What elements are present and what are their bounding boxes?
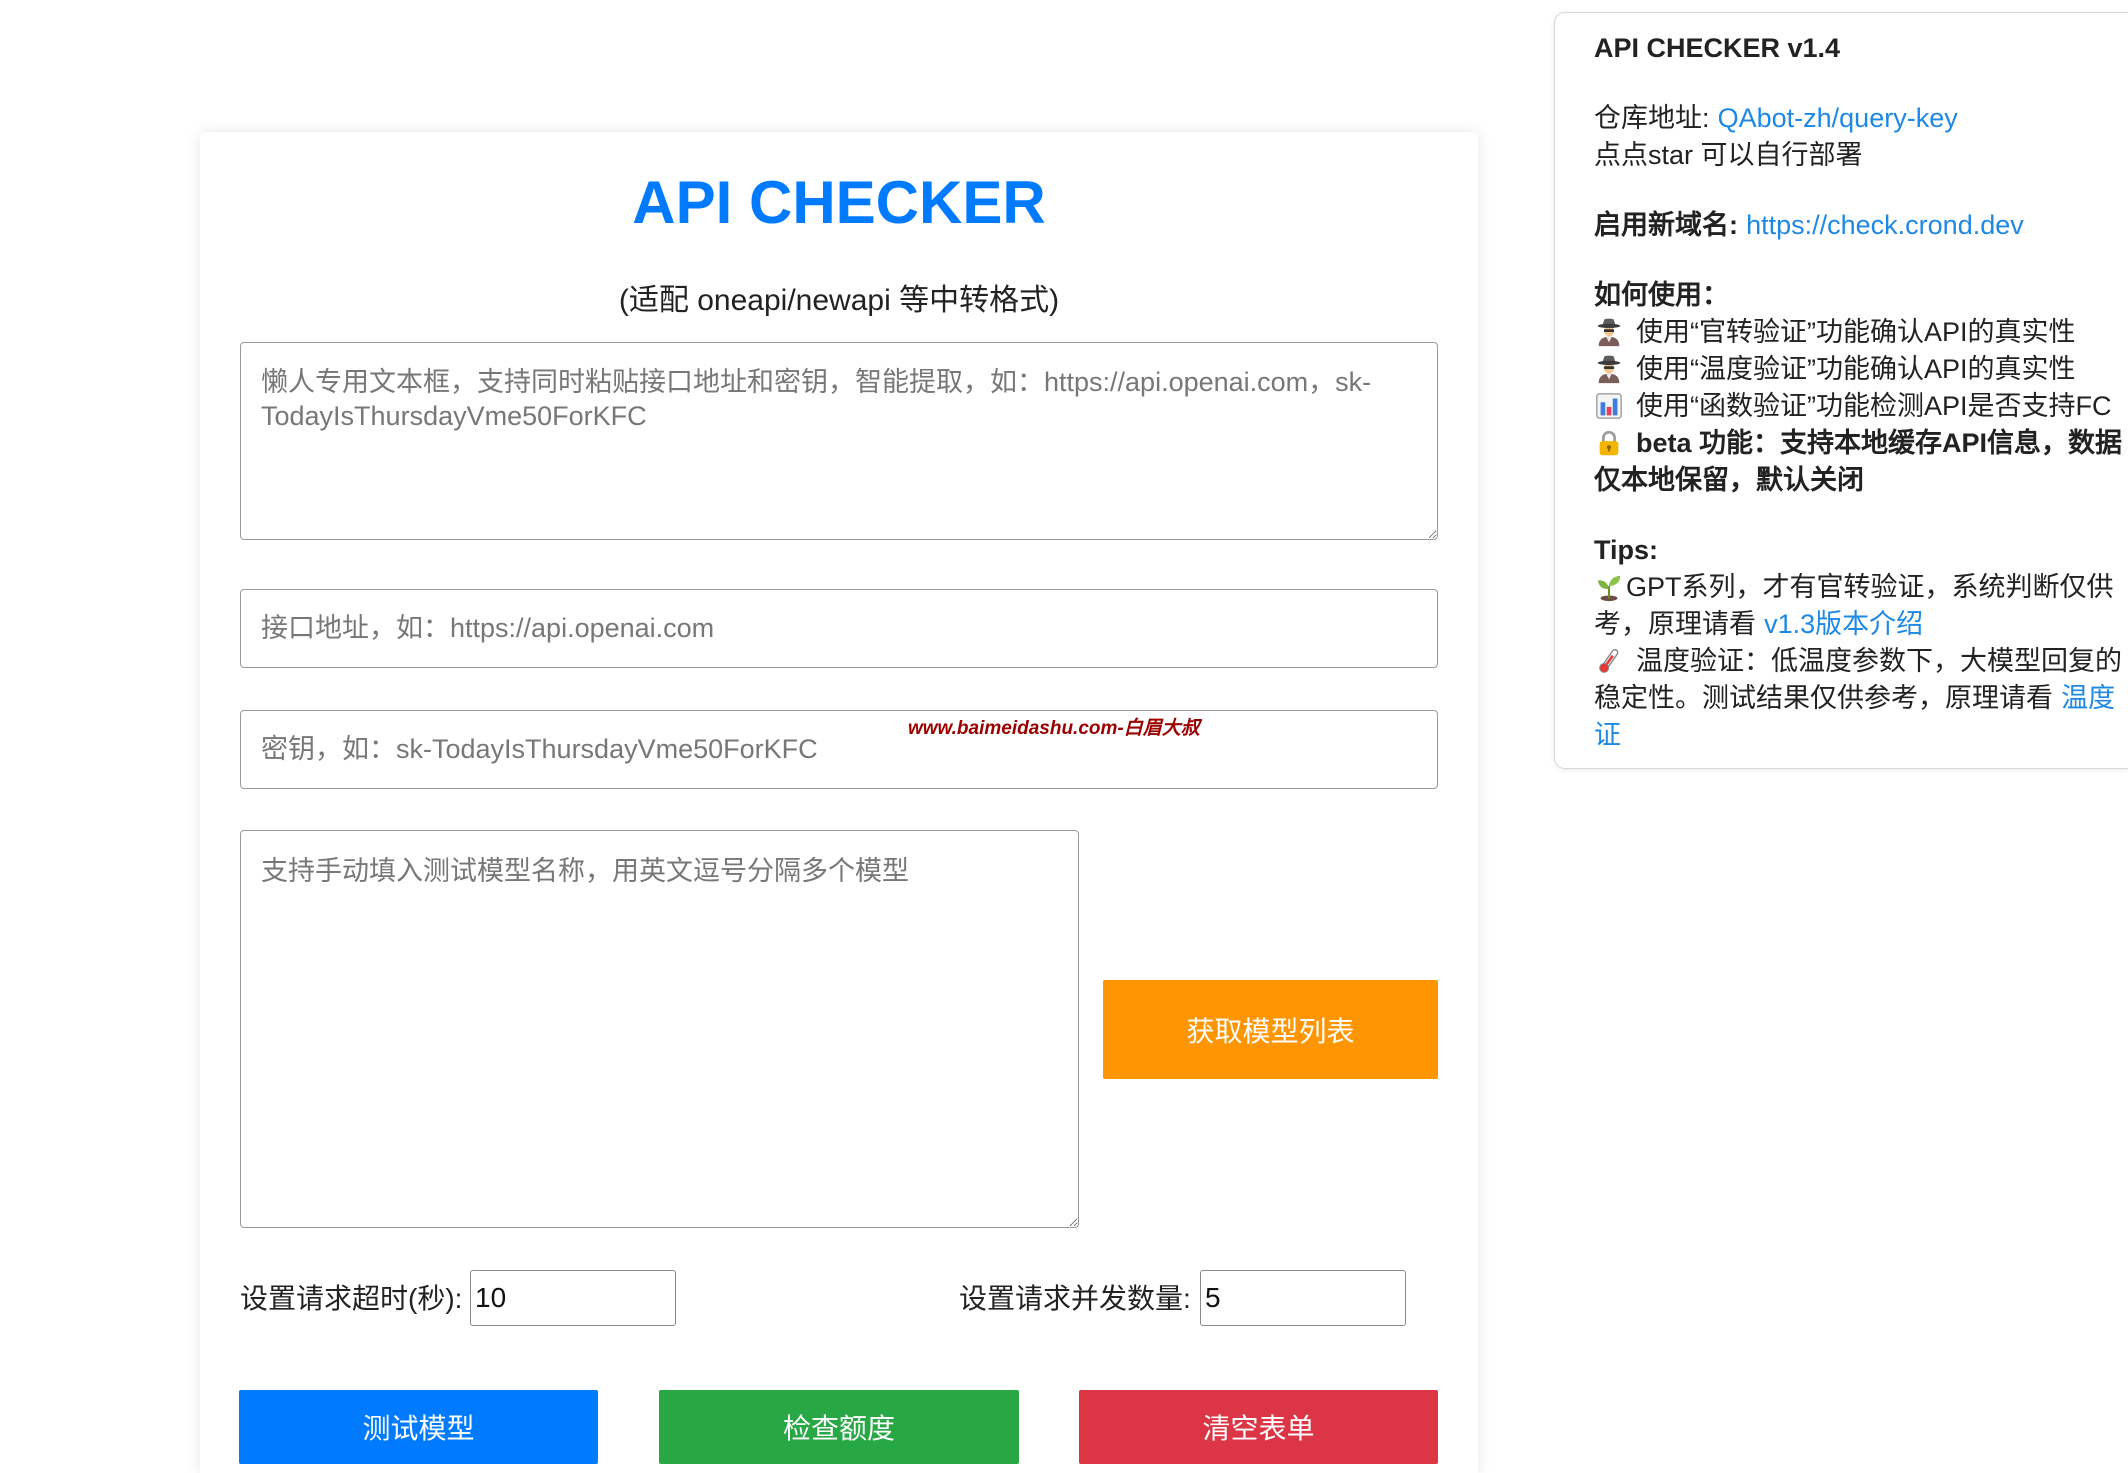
concurrency-label: 设置请求并发数量: (959, 1283, 1191, 1314)
model-names-textarea[interactable] (240, 830, 1079, 1228)
repo-label: 仓库地址: (1594, 103, 1710, 133)
check-quota-button[interactable]: 检查额度 (659, 1390, 1019, 1464)
usage-item-text: 使用“官转验证”功能确认API的真实性 (1636, 317, 2076, 347)
beta-text-continued: 仅本地保留，默认关闭 (1594, 465, 1864, 495)
tips-heading: Tips: (1594, 535, 1659, 565)
temperature-verify-link-continued[interactable]: 证 (1594, 720, 1621, 750)
bar-chart-icon (1594, 391, 1624, 421)
timeout-label: 设置请求超时(秒): (240, 1283, 463, 1314)
tip-temperature-line: 温度验证：低温度参数下，大模型回复的 (1594, 643, 2128, 680)
usage-item: 使用“官转验证”功能确认API的真实性 (1594, 314, 2128, 351)
page-title: API CHECKER (632, 169, 1046, 236)
api-url-input[interactable] (240, 589, 1438, 668)
thermometer-icon (1594, 646, 1624, 676)
domain-line: 启用新域名: https://check.crond.dev (1594, 207, 2128, 244)
seedling-icon (1594, 572, 1624, 602)
repo-link[interactable]: QAbot-zh/query-key (1718, 103, 1958, 133)
page-subtitle: (适配 oneapi/newapi 等中转格式) (618, 284, 1060, 317)
tip-gpt-line: GPT系列，才有官转验证，系统判断仅供 (1594, 569, 2128, 606)
tip-gpt-text: GPT系列，才有官转验证，系统判断仅供 (1626, 572, 2114, 602)
tip-temperature-line-continued: 稳定性。测试结果仅供参考，原理请看 温度 (1594, 680, 2128, 717)
tip-temperature-text-continued: 稳定性。测试结果仅供参考，原理请看 (1594, 683, 2053, 713)
usage-item-text: 使用“温度验证”功能确认API的真实性 (1636, 354, 2076, 384)
temperature-verify-link[interactable]: 温度 (2061, 683, 2115, 713)
info-panel-title: API CHECKER v1.4 (1594, 33, 1841, 63)
lock-icon (1594, 428, 1624, 458)
timeout-input[interactable] (470, 1270, 676, 1326)
clear-form-button[interactable]: 清空表单 (1079, 1390, 1438, 1464)
main-card: API CHECKER (适配 oneapi/newapi 等中转格式) 获取模… (200, 132, 1478, 1473)
test-models-button[interactable]: 测试模型 (239, 1390, 598, 1464)
usage-item: 使用“温度验证”功能确认API的真实性 (1594, 351, 2128, 388)
tip-gpt-line-continued: 考，原理请看 v1.3版本介绍 (1594, 606, 2128, 643)
tip-temperature-line-end: 证 (1594, 717, 2128, 754)
usage-item: 使用“函数验证”功能检测API是否支持FC (1594, 388, 2128, 425)
usage-heading: 如何使用： (1594, 280, 1729, 310)
domain-link[interactable]: https://check.crond.dev (1746, 210, 2024, 240)
api-key-input[interactable] (240, 710, 1438, 789)
fetch-models-button[interactable]: 获取模型列表 (1103, 980, 1438, 1079)
tip-gpt-text-continued: 考，原理请看 (1594, 609, 1756, 639)
repo-line: 仓库地址: QAbot-zh/query-key (1594, 100, 2128, 137)
beta-line: beta 功能：支持本地缓存API信息，数据 (1594, 425, 2128, 462)
detective-icon (1594, 317, 1624, 347)
v13-intro-link[interactable]: v1.3版本介绍 (1764, 609, 1923, 639)
star-note: 点点star 可以自行部署 (1594, 140, 1863, 170)
usage-item-text: 使用“函数验证”功能检测API是否支持FC (1636, 391, 2112, 421)
smart-paste-textarea[interactable] (240, 342, 1438, 540)
detective-icon (1594, 354, 1624, 384)
domain-label: 启用新域名: (1594, 210, 1738, 240)
tip-temperature-text: 温度验证：低温度参数下，大模型回复的 (1636, 646, 2122, 676)
beta-text: beta 功能：支持本地缓存API信息，数据 (1636, 428, 2123, 458)
concurrency-input[interactable] (1200, 1270, 1406, 1326)
info-panel: API CHECKER v1.4 仓库地址: QAbot-zh/query-key… (1554, 12, 2128, 769)
